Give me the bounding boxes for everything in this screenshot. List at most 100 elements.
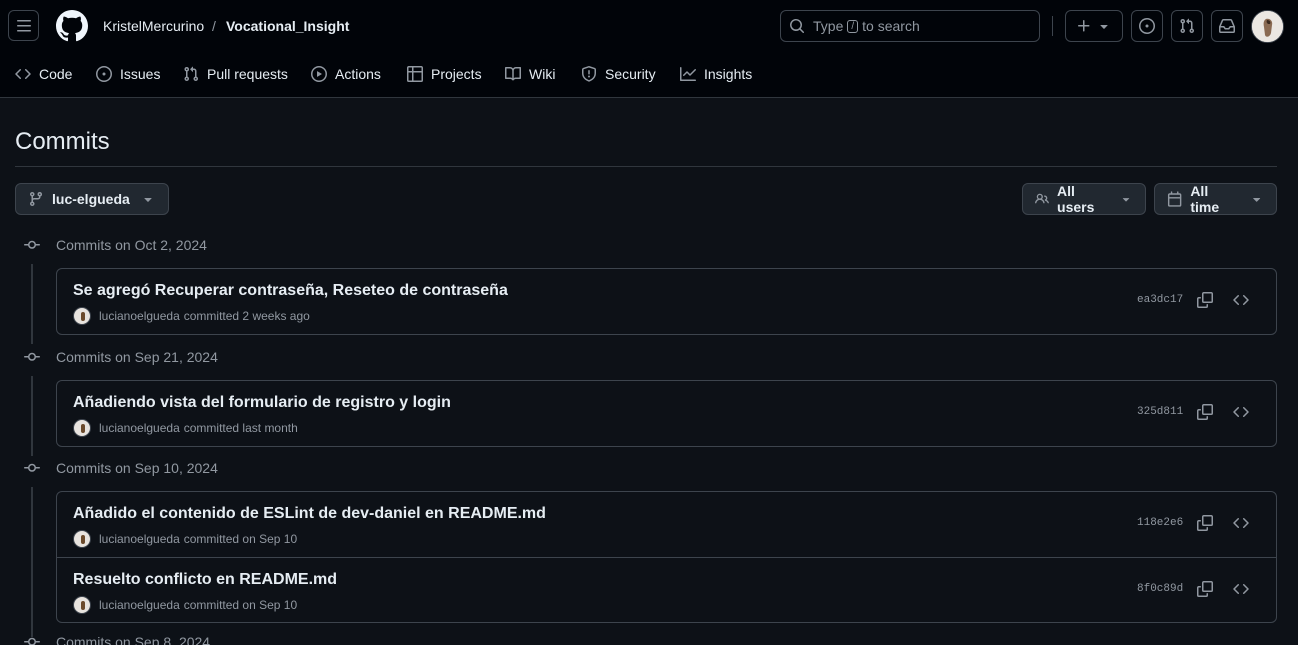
issue-icon [1139,18,1155,34]
inbox-icon [1219,19,1235,33]
user-avatar[interactable] [1251,10,1284,43]
tab-security[interactable]: Security [581,64,656,84]
commit-time: committed last month [183,421,298,435]
issues-button[interactable] [1131,10,1163,42]
timeline-line [31,487,33,637]
author-avatar[interactable] [73,596,91,614]
users-filter-button[interactable]: All users [1022,183,1146,215]
commit-sha[interactable]: 325d811 [1137,406,1183,418]
commit-row[interactable]: Añadido el contenido de ESLint de dev-da… [57,492,1276,557]
breadcrumb-separator: / [212,18,216,34]
browse-code-icon[interactable] [1233,581,1249,597]
code-icon [15,68,31,80]
title-divider [15,166,1277,167]
commit-group-date: Commits on Sep 10, 2024 [56,460,218,476]
commit-group-date: Commits on Sep 8, 2024 [56,634,211,645]
shield-icon [582,66,596,82]
tab-actions-label: Actions [335,66,381,82]
tab-issues-label: Issues [120,66,161,82]
copy-icon[interactable] [1197,515,1213,531]
pull-request-icon [1180,18,1195,34]
commit-author[interactable]: lucianoelgueda [99,308,180,324]
users-filter-label: All users [1057,183,1095,215]
search-placeholder-suffix: to search [862,18,920,34]
tab-projects[interactable]: Projects [407,64,482,84]
people-icon [1035,193,1049,204]
tab-projects-label: Projects [431,66,482,82]
tab-insights[interactable]: Insights [680,64,752,84]
page-title: Commits [15,128,110,155]
commit-sha[interactable]: ea3dc17 [1137,294,1183,306]
commit-time: committed on Sep 10 [183,532,298,546]
tab-code-label: Code [39,66,73,82]
copy-icon[interactable] [1197,581,1213,597]
commit-group-heading: Commits on Oct 2, 2024 [24,237,207,253]
commit-group-heading: Commits on Sep 8, 2024 [24,634,210,645]
commit-title[interactable]: Se agregó Recuperar contraseña, Reseteo … [73,281,508,301]
copy-icon[interactable] [1197,292,1213,308]
browse-code-icon[interactable] [1233,515,1249,531]
app-header: KristelMercurino / Vocational_Insight Ty… [0,0,1298,98]
avatar-image-icon [1252,11,1283,42]
commit-sha[interactable]: 118e2e6 [1137,517,1183,529]
timeline-line [31,264,33,344]
commit-title[interactable]: Añadido el contenido de ESLint de dev-da… [73,504,546,524]
tab-actions[interactable]: Actions [311,64,381,84]
branch-selector-button[interactable]: luc-elgueda [15,183,169,215]
plus-icon [1078,20,1090,32]
breadcrumb-repo[interactable]: Vocational_Insight [226,17,349,35]
commit-time: committed 2 weeks ago [183,309,310,323]
create-new-button[interactable] [1065,10,1123,42]
github-logo-icon[interactable] [56,10,88,42]
git-commit-icon [24,352,40,361]
tab-pull-requests-label: Pull requests [207,66,288,82]
commit-meta: lucianoelgueda committed on Sep 10 [73,530,297,548]
commit-author[interactable]: lucianoelgueda [99,420,180,436]
commit-group-date: Commits on Oct 2, 2024 [56,237,207,253]
commit-row[interactable]: Resuelto conflicto en README.md lucianoe… [57,557,1276,622]
git-commit-icon [24,637,40,645]
git-branch-icon [29,192,42,207]
issue-icon [96,66,112,82]
tab-wiki[interactable]: Wiki [505,64,555,84]
commit-meta: lucianoelgueda committed 2 weeks ago [73,307,310,325]
commit-group-heading: Commits on Sep 10, 2024 [24,460,218,476]
chevron-down-icon [1100,25,1108,29]
graph-icon [680,67,696,81]
time-filter-button[interactable]: All time [1154,183,1277,215]
menu-button[interactable] [8,10,39,41]
commit-author[interactable]: lucianoelgueda [99,597,180,613]
chevron-down-icon [1122,198,1130,202]
chevron-down-icon [144,198,152,202]
commit-author[interactable]: lucianoelgueda [99,531,180,547]
browse-code-icon[interactable] [1233,292,1249,308]
tab-issues[interactable]: Issues [96,64,160,84]
commit-title[interactable]: Añadiendo vista del formulario de regist… [73,393,451,413]
author-avatar[interactable] [73,419,91,437]
inbox-button[interactable] [1211,10,1243,42]
pull-request-icon [184,66,199,82]
commit-row[interactable]: Se agregó Recuperar contraseña, Reseteo … [57,269,1276,334]
breadcrumb-owner[interactable]: KristelMercurino [103,17,204,35]
browse-code-icon[interactable] [1233,404,1249,420]
author-avatar[interactable] [73,307,91,325]
commit-group-heading: Commits on Sep 21, 2024 [24,349,218,365]
timeline-line [31,376,33,456]
tab-pull-requests[interactable]: Pull requests [183,64,288,84]
commit-list: Añadido el contenido de ESLint de dev-da… [56,491,1277,623]
chevron-down-icon [1252,198,1260,202]
commit-time: committed on Sep 10 [183,598,298,612]
commit-row[interactable]: Añadiendo vista del formulario de regist… [57,381,1276,446]
search-input[interactable]: Type / to search [780,10,1040,42]
copy-icon[interactable] [1197,404,1213,420]
search-shortcut-key: / [847,19,859,33]
git-commit-icon [24,240,40,249]
author-avatar[interactable] [73,530,91,548]
commit-list: Se agregó Recuperar contraseña, Reseteo … [56,268,1277,335]
tab-code[interactable]: Code [15,64,72,84]
branch-name: luc-elgueda [52,191,130,207]
commit-sha[interactable]: 8f0c89d [1137,583,1183,595]
pull-requests-button[interactable] [1171,10,1203,42]
commit-title[interactable]: Resuelto conflicto en README.md [73,570,337,590]
commit-meta: lucianoelgueda committed on Sep 10 [73,596,297,614]
